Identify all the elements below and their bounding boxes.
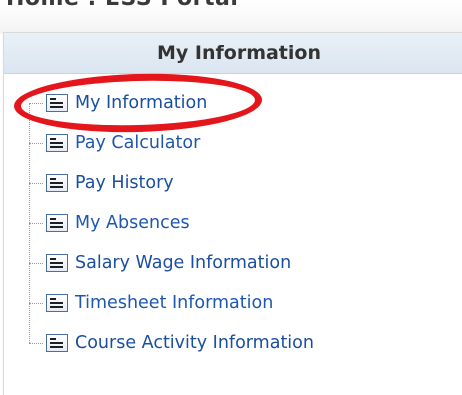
tree-branch bbox=[29, 102, 43, 104]
tree-branch bbox=[29, 302, 43, 304]
menu-tree: My Information Pay Calculator Pay Histor… bbox=[4, 33, 462, 395]
document-list-icon bbox=[46, 174, 68, 192]
menu-item-timesheet-information[interactable]: Timesheet Information bbox=[29, 290, 273, 316]
breadcrumb: Home : ESS Portal bbox=[6, 0, 238, 11]
menu-item-pay-history[interactable]: Pay History bbox=[29, 170, 174, 196]
my-information-panel: My Information My Information Pay Calcul… bbox=[3, 32, 462, 395]
menu-item-label: Salary Wage Information bbox=[75, 253, 292, 273]
menu-item-my-absences[interactable]: My Absences bbox=[29, 210, 190, 236]
top-strip: Home : ESS Portal bbox=[0, 0, 462, 34]
menu-item-label: Course Activity Information bbox=[75, 333, 314, 353]
document-list-icon bbox=[46, 214, 68, 232]
menu-item-my-information[interactable]: My Information bbox=[29, 90, 207, 116]
tree-branch bbox=[29, 182, 43, 184]
menu-item-salary-wage-information[interactable]: Salary Wage Information bbox=[29, 250, 291, 276]
menu-item-label: Pay Calculator bbox=[75, 133, 201, 153]
tree-branch bbox=[29, 222, 43, 224]
menu-item-label: My Information bbox=[75, 93, 208, 113]
document-list-icon bbox=[46, 254, 68, 272]
menu-item-label: Timesheet Information bbox=[75, 293, 274, 313]
menu-item-label: My Absences bbox=[75, 213, 190, 233]
document-list-icon bbox=[46, 334, 68, 352]
tree-branch bbox=[29, 262, 43, 264]
menu-item-course-activity-information[interactable]: Course Activity Information bbox=[29, 330, 314, 356]
document-list-icon bbox=[46, 294, 68, 312]
menu-item-pay-calculator[interactable]: Pay Calculator bbox=[29, 130, 200, 156]
tree-branch bbox=[29, 342, 43, 344]
tree-branch bbox=[29, 142, 43, 144]
document-list-icon bbox=[46, 134, 68, 152]
menu-item-label: Pay History bbox=[75, 173, 174, 193]
document-list-icon bbox=[46, 94, 68, 112]
